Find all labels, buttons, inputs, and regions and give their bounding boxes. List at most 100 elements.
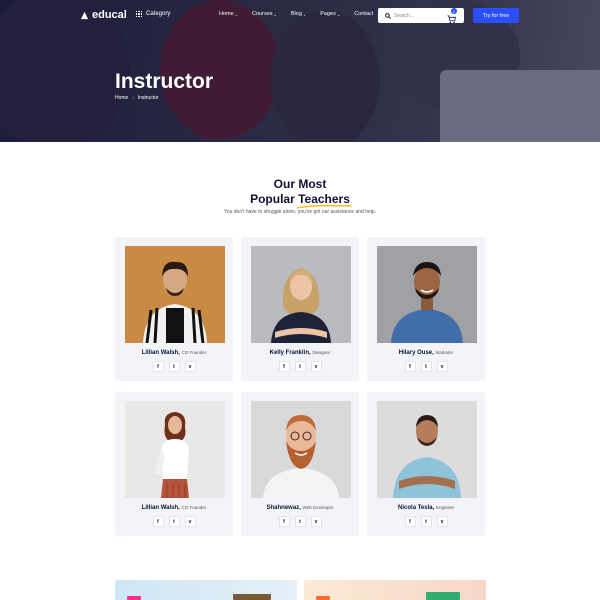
teacher-name-line: Lillian Walsh, CO Founder (115, 505, 233, 511)
teacher-role: Designer (312, 350, 331, 355)
menu-label: Blog (290, 11, 302, 17)
menu-item-courses[interactable]: Courses ⌄ (252, 11, 277, 17)
menu-label: Home (219, 11, 234, 17)
teacher-name: Nicola Tesla, (398, 505, 435, 511)
twitter-icon[interactable]: t (420, 516, 432, 527)
teacher-card[interactable]: Lillian Walsh, CO Founder f t v (115, 392, 233, 536)
teacher-name-line: Nicola Tesla, Engineer (367, 505, 485, 511)
vimeo-icon[interactable]: v (184, 516, 196, 527)
logo[interactable]: educal (80, 9, 127, 21)
twitter-icon[interactable]: t (168, 516, 180, 527)
promo-illustration (426, 592, 460, 600)
teacher-portrait-icon (377, 401, 477, 498)
twitter-icon[interactable]: t (294, 361, 306, 372)
social-links: f t v (115, 516, 233, 527)
twitter-icon[interactable]: t (420, 361, 432, 372)
menu-label: Pages (320, 11, 336, 17)
teacher-card[interactable]: Lillian Walsh, CO Founder f t v (115, 237, 233, 381)
teacher-role: Engineer (435, 505, 454, 510)
social-links: f t v (367, 361, 485, 372)
social-links: f t v (241, 361, 359, 372)
chevron-down-icon: ⌄ (302, 11, 307, 17)
vimeo-icon[interactable]: v (436, 361, 448, 372)
teacher-name: Hilary Ouse, (398, 350, 434, 356)
teacher-name: Lillian Walsh, (141, 505, 180, 511)
category-label: Category (146, 11, 171, 17)
teacher-name: Shahnewaz, (266, 505, 301, 511)
page-title: Instructor (115, 70, 214, 93)
promo-illustration (233, 594, 271, 600)
teacher-photo (125, 401, 225, 498)
social-links: f t v (115, 361, 233, 372)
logo-icon (80, 11, 89, 19)
logo-text: educal (92, 9, 127, 21)
section-title-highlight: Teachers (296, 192, 352, 209)
hero-banner: educal Category Home ⌄ Courses ⌄ Blog ⌄ Pag… (0, 0, 600, 142)
search-input[interactable] (394, 12, 449, 19)
chevron-down-icon: ⌄ (336, 11, 341, 17)
facebook-icon[interactable]: f (404, 516, 416, 527)
teacher-name-line: Lillian Walsh, CO Founder (115, 350, 233, 356)
teacher-card[interactable]: Hilary Ouse, Markater f t v (367, 237, 485, 381)
teacher-portrait-icon (125, 246, 225, 343)
cart-count-badge: 2 (451, 8, 457, 14)
teacher-photo (377, 246, 477, 343)
teacher-name-line: Kelly Franklin, Designer (241, 350, 359, 356)
facebook-icon[interactable]: f (404, 361, 416, 372)
facebook-icon[interactable]: f (278, 516, 290, 527)
vimeo-icon[interactable]: v (436, 516, 448, 527)
section-title-prefix: Popular (250, 192, 299, 206)
teacher-card[interactable]: Shahnewaz, Web Developer f t v (241, 392, 359, 536)
social-links: f t v (241, 516, 359, 527)
twitter-icon[interactable]: t (294, 516, 306, 527)
search-icon[interactable] (385, 12, 391, 19)
teacher-photo (251, 246, 351, 343)
teacher-name: Lillian Walsh, (141, 350, 180, 356)
facebook-icon[interactable]: f (152, 516, 164, 527)
teacher-card[interactable]: Kelly Franklin, Designer f t v (241, 237, 359, 381)
breadcrumb-home[interactable]: Home (115, 95, 128, 101)
menu-item-contact[interactable]: Contact (354, 11, 373, 17)
teacher-role: Web Developer (302, 505, 334, 510)
teacher-portrait-icon (125, 401, 225, 498)
menu-item-pages[interactable]: Pages ⌄ (320, 11, 340, 17)
teacher-photo (251, 401, 351, 498)
teacher-name: Kelly Franklin, (269, 350, 311, 356)
promo-tag (127, 596, 141, 600)
section-subtitle: You don't have to struggle alone, you've… (223, 209, 377, 215)
chevron-down-icon: ⌄ (273, 11, 277, 17)
cart-icon (447, 15, 456, 24)
twitter-icon[interactable]: t (168, 361, 180, 372)
teacher-role: CO Founder (181, 505, 207, 510)
teacher-card[interactable]: Nicola Tesla, Engineer f t v (367, 392, 485, 536)
chevron-down-icon: ⌄ (234, 11, 239, 17)
vimeo-icon[interactable]: v (184, 361, 196, 372)
try-for-free-button[interactable]: Try for free (473, 8, 519, 23)
teacher-name-line: Shahnewaz, Web Developer (241, 505, 359, 511)
menu-label: Courses (252, 11, 273, 17)
teacher-role: CO Founder (181, 350, 207, 355)
menu-item-home[interactable]: Home ⌄ (219, 11, 238, 17)
breadcrumb-current: Instructor (137, 95, 159, 101)
promo-banner[interactable] (304, 580, 486, 600)
breadcrumb-separator: › (132, 95, 134, 100)
teacher-photo (377, 401, 477, 498)
cart-button[interactable]: 2 (447, 8, 457, 24)
menu-item-blog[interactable]: Blog ⌄ (291, 11, 306, 17)
vimeo-icon[interactable]: v (310, 361, 322, 372)
promo-tag (316, 596, 330, 600)
teacher-portrait-icon (251, 246, 351, 343)
section-title-line1: Our Most (273, 177, 327, 191)
teacher-portrait-icon (251, 401, 351, 498)
facebook-icon[interactable]: f (152, 361, 164, 372)
vimeo-icon[interactable]: v (310, 516, 322, 527)
section-title: Our Most Popular Teachers (0, 177, 600, 209)
teacher-name-line: Hilary Ouse, Markater (367, 350, 485, 356)
teacher-portrait-icon (377, 246, 477, 343)
category-menu[interactable]: Category (136, 11, 170, 17)
promo-banner[interactable] (115, 580, 297, 600)
search-box: 2 (378, 8, 464, 24)
main-menu: Home ⌄ Courses ⌄ Blog ⌄ Pages ⌄ Contact (219, 11, 373, 17)
teacher-role: Markater (435, 350, 454, 355)
facebook-icon[interactable]: f (278, 361, 290, 372)
